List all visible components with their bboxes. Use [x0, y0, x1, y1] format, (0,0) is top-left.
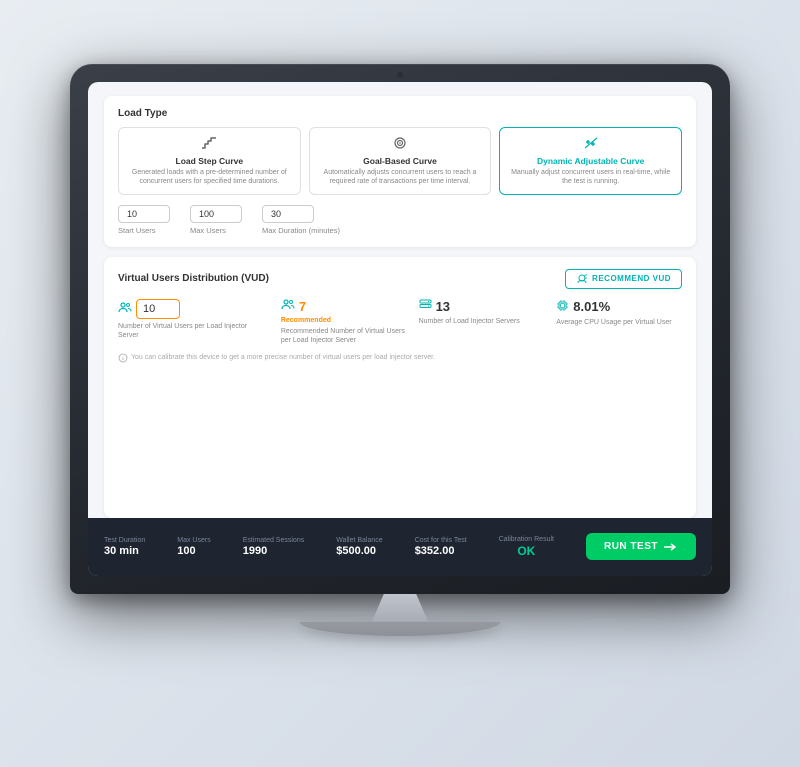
- vud-section: Virtual Users Distribution (VUD) RECOMME…: [104, 257, 696, 518]
- start-users-group: Start Users: [118, 205, 170, 235]
- stat-recommended-vus: 7 Recommended Recommended Number of Virt…: [281, 299, 407, 345]
- start-users-input[interactable]: [118, 205, 170, 223]
- bottom-stat-wallet: Wallet Balance $500.00: [336, 537, 382, 557]
- start-users-label: Start Users: [118, 226, 170, 235]
- vus-per-server-input[interactable]: [136, 299, 180, 319]
- max-duration-input[interactable]: [262, 205, 314, 223]
- monitor-body: Load Type Load Step Curve: [70, 64, 730, 594]
- recommend-btn-label: RECOMMEND VUD: [592, 274, 671, 283]
- server-icon: [419, 299, 432, 313]
- calibration-ok: OK: [517, 544, 535, 558]
- load-dynamic-title: Dynamic Adjustable Curve: [510, 156, 671, 166]
- load-dynamic-desc: Manually adjust concurrent users in real…: [510, 168, 671, 186]
- recommend-icon: [576, 274, 588, 284]
- run-test-label: RUN TEST: [604, 541, 658, 552]
- monitor: Load Type Load Step Curve: [70, 64, 730, 704]
- info-icon: [118, 353, 128, 363]
- max-duration-label: Max Duration (minutes): [262, 226, 340, 235]
- users-icon-2: [281, 299, 295, 313]
- max-users-label: Max Users: [190, 226, 242, 235]
- load-option-step[interactable]: Load Step Curve Generated loads with a p…: [118, 127, 301, 195]
- cost-label: Cost for this Test: [415, 537, 467, 544]
- cpu-icon: [556, 299, 569, 315]
- max-users-input[interactable]: [190, 205, 242, 223]
- stat4-value: 8.01%: [573, 299, 610, 314]
- load-step-title: Load Step Curve: [129, 156, 290, 166]
- bottom-stat-max-users: Max Users 100: [177, 537, 210, 557]
- load-type-section: Load Type Load Step Curve: [104, 96, 696, 247]
- stat-load-servers: 13 Number of Load Injector Servers: [419, 299, 545, 345]
- stat1-icon-row: [118, 299, 269, 319]
- load-goal-desc: Automatically adjusts concurrent users t…: [320, 168, 481, 186]
- calibrate-text: You can calibrate this device to get a m…: [131, 354, 435, 361]
- max-users-bottom-label: Max Users: [177, 537, 210, 544]
- input-row: Start Users Max Users Max Duration (minu…: [118, 205, 682, 235]
- vud-stats: Number of Virtual Users per Load Injecto…: [118, 299, 682, 345]
- max-users-group: Max Users: [190, 205, 242, 235]
- monitor-stand-base: [300, 622, 500, 636]
- camera: [397, 72, 403, 78]
- load-type-grid: Load Step Curve Generated loads with a p…: [118, 127, 682, 195]
- load-option-dynamic[interactable]: Dynamic Adjustable Curve Manually adjust…: [499, 127, 682, 195]
- bottom-stat-sessions: Estimated Sessions 1990: [243, 537, 304, 557]
- bottom-stat-duration: Test Duration 30 min: [104, 537, 145, 557]
- vud-header: Virtual Users Distribution (VUD) RECOMME…: [118, 269, 682, 289]
- stat-vus-per-server: Number of Virtual Users per Load Injecto…: [118, 299, 269, 345]
- recommend-vud-button[interactable]: RECOMMEND VUD: [565, 269, 682, 289]
- vud-title: Virtual Users Distribution (VUD): [118, 273, 269, 284]
- max-duration-group: Max Duration (minutes): [262, 205, 340, 235]
- stat-cpu-usage: 8.01% Average CPU Usage per Virtual User: [556, 299, 682, 345]
- screen: Load Type Load Step Curve: [88, 82, 712, 576]
- screen-content: Load Type Load Step Curve: [88, 82, 712, 518]
- duration-value: 30 min: [104, 545, 145, 557]
- stat2-label: Recommended Number of Virtual Users per …: [281, 327, 407, 345]
- load-step-desc: Generated loads with a pre-determined nu…: [129, 168, 290, 186]
- calibration-label: Calibration Result: [499, 536, 554, 543]
- bottom-bar: Test Duration 30 min Max Users 100 Estim…: [88, 518, 712, 576]
- stat3-value: 13: [436, 299, 450, 314]
- bottom-stat-cost: Cost for this Test $352.00: [415, 537, 467, 557]
- stat3-label: Number of Load Injector Servers: [419, 317, 545, 326]
- stat4-label: Average CPU Usage per Virtual User: [556, 318, 682, 327]
- stat4-icon-row: 8.01%: [556, 299, 682, 315]
- stat3-icon-row: 13: [419, 299, 545, 314]
- load-step-icon: [129, 136, 290, 153]
- load-goal-icon: [320, 136, 481, 153]
- stat1-label: Number of Virtual Users per Load Injecto…: [118, 322, 269, 340]
- stat2-icon-row: 7: [281, 299, 407, 314]
- max-users-bottom-value: 100: [177, 545, 210, 557]
- wallet-value: $500.00: [336, 545, 382, 557]
- calibration-result: Calibration Result OK: [499, 536, 554, 558]
- recommended-badge: Recommended: [281, 317, 407, 324]
- stat2-value: 7: [299, 299, 306, 314]
- run-test-button[interactable]: RUN TEST: [586, 533, 696, 560]
- cost-value: $352.00: [415, 545, 467, 557]
- sessions-label: Estimated Sessions: [243, 537, 304, 544]
- sessions-value: 1990: [243, 545, 304, 557]
- load-dynamic-icon: [510, 136, 671, 153]
- arrow-right-icon: [664, 542, 678, 552]
- load-type-title: Load Type: [118, 108, 682, 119]
- load-option-goal[interactable]: Goal-Based Curve Automatically adjusts c…: [309, 127, 492, 195]
- wallet-label: Wallet Balance: [336, 537, 382, 544]
- monitor-bezel: Load Type Load Step Curve: [88, 82, 712, 576]
- monitor-stand-neck: [360, 594, 440, 622]
- users-icon-1: [118, 302, 132, 316]
- calibrate-note: You can calibrate this device to get a m…: [118, 353, 682, 363]
- duration-label: Test Duration: [104, 537, 145, 544]
- load-goal-title: Goal-Based Curve: [320, 156, 481, 166]
